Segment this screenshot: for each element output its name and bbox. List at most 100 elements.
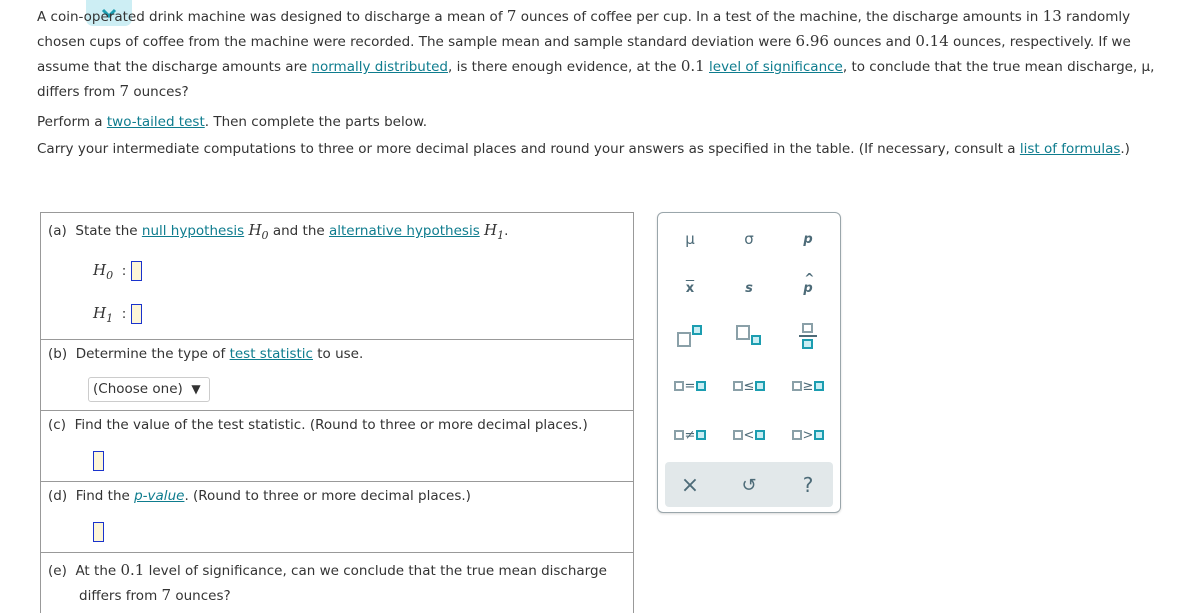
sample-size: 13 xyxy=(1042,7,1062,25)
target-mean: 7 xyxy=(161,586,172,604)
part-c: (c) Find the value of the test statistic… xyxy=(41,411,633,482)
alpha-value: 0.1 xyxy=(120,561,145,579)
text: level of significance, can we conclude t… xyxy=(144,563,607,579)
h1-symbol: H1 xyxy=(484,221,505,242)
fraction-icon xyxy=(799,323,817,349)
part-d: (d) Find the p-value. (Round to three or… xyxy=(41,482,633,553)
text: .) xyxy=(1120,141,1130,157)
link-test-statistic[interactable]: test statistic xyxy=(230,346,313,362)
greater-equal-button[interactable]: ≥ xyxy=(783,369,833,403)
phat-button[interactable]: ^ p xyxy=(783,271,833,305)
part-label: (a) xyxy=(48,223,67,239)
alpha-value: 0.1 xyxy=(680,57,705,75)
text: , is there enough evidence, at the xyxy=(448,59,681,75)
p-icon: p xyxy=(803,231,813,247)
less-equal-button[interactable]: ≤ xyxy=(724,369,774,403)
phat-icon: ^ p xyxy=(803,270,815,296)
text: and the xyxy=(268,223,329,239)
link-alternative-hypothesis[interactable]: alternative hypothesis xyxy=(329,223,480,239)
close-icon: × xyxy=(680,472,700,498)
rounding-instructions: Carry your intermediate computations to … xyxy=(37,141,1137,158)
text: . (Round to three or more decimal places… xyxy=(184,488,471,504)
mu-button[interactable]: μ xyxy=(665,222,715,256)
test-statistic-input[interactable] xyxy=(93,451,104,471)
undo-icon: ↺ xyxy=(741,474,757,496)
s-button[interactable]: s xyxy=(724,271,774,305)
part-label: (c) xyxy=(48,417,66,433)
colon: : xyxy=(121,263,127,279)
undo-button[interactable]: ↺ xyxy=(724,468,774,502)
target-mean: 7 xyxy=(119,82,130,100)
not-equal-icon: ≠ xyxy=(684,427,696,443)
h0-row: H0 : xyxy=(93,261,142,282)
clear-button[interactable]: × xyxy=(665,468,715,502)
part-e: (e) At the 0.1 level of significance, ca… xyxy=(41,553,633,613)
sample-sd: 0.14 xyxy=(915,32,949,50)
text: ounces of coffee per cup. In a test of t… xyxy=(516,9,1043,25)
sigma-button[interactable]: σ xyxy=(724,222,774,256)
dropdown-arrow-icon: ▼ xyxy=(191,382,201,396)
sample-mean: 6.96 xyxy=(795,32,829,50)
link-level-of-significance[interactable]: level of significance xyxy=(709,59,843,75)
link-null-hypothesis[interactable]: null hypothesis xyxy=(142,223,244,239)
test-statistic-select[interactable]: (Choose one) ▼ xyxy=(88,377,210,402)
less-than-button[interactable]: < xyxy=(724,418,774,452)
palette-footer: × ↺ ? xyxy=(665,462,833,507)
text: . xyxy=(504,223,509,239)
part-label: (b) xyxy=(48,346,68,362)
h1-label: H1 xyxy=(93,304,114,325)
part-label: (d) xyxy=(48,488,68,504)
superscript-icon xyxy=(677,325,703,347)
link-list-of-formulas[interactable]: list of formulas xyxy=(1020,141,1121,157)
text: Carry your intermediate computations to … xyxy=(37,141,1020,157)
sigma-icon: σ xyxy=(744,230,754,248)
text: to use. xyxy=(312,346,364,362)
colon: : xyxy=(121,306,127,322)
not-equal-button[interactable]: ≠ xyxy=(665,418,715,452)
text: A coin-operated drink machine was design… xyxy=(37,9,507,25)
greater-than-button[interactable]: > xyxy=(783,418,833,452)
greater-than-icon: > xyxy=(802,427,814,443)
text: At the xyxy=(75,563,121,579)
h1-row: H1 : xyxy=(93,304,142,325)
h0-input[interactable] xyxy=(130,261,142,281)
subscript-icon xyxy=(736,325,762,347)
link-normally-distributed[interactable]: normally distributed xyxy=(311,59,448,75)
help-icon: ? xyxy=(802,473,814,497)
select-value: (Choose one) xyxy=(93,381,183,397)
xbar-icon: x xyxy=(685,280,695,296)
text: Perform a xyxy=(37,114,107,130)
less-than-icon: < xyxy=(743,427,755,443)
equals-button[interactable]: = xyxy=(665,369,715,403)
part-label: (e) xyxy=(48,563,67,579)
instructions: Perform a two-tailed test. Then complete… xyxy=(37,110,427,134)
subscript-button[interactable] xyxy=(724,319,774,353)
equals-icon: = xyxy=(684,378,696,394)
s-icon: s xyxy=(745,280,753,296)
problem-statement: A coin-operated drink machine was design… xyxy=(37,4,1182,104)
h1-input[interactable] xyxy=(130,304,142,324)
greater-equal-icon: ≥ xyxy=(802,378,814,394)
text: . Then complete the parts below. xyxy=(204,114,428,130)
xbar-button[interactable]: x xyxy=(665,271,715,305)
help-button[interactable]: ? xyxy=(783,468,833,502)
text: Find the value of the test statistic. (R… xyxy=(74,417,588,433)
p-button[interactable]: p xyxy=(783,222,833,256)
link-two-tailed-test[interactable]: two-tailed test xyxy=(107,114,205,130)
math-palette: μ σ p x s ^ p = ≤ ≥ ≠ < > × ↺ ? xyxy=(657,212,841,513)
less-equal-icon: ≤ xyxy=(743,378,755,394)
text: Find the xyxy=(75,488,135,504)
part-b: (b) Determine the type of test statistic… xyxy=(41,340,633,411)
part-a: (a) State the null hypothesis H0 and the… xyxy=(41,213,633,340)
text: State the xyxy=(75,223,142,239)
superscript-button[interactable] xyxy=(665,319,715,353)
fraction-button[interactable] xyxy=(783,319,833,353)
h0-symbol: H0 xyxy=(248,221,269,242)
p-value-input[interactable] xyxy=(93,522,104,542)
link-p-value[interactable]: p-value xyxy=(134,488,184,504)
target-mean: 7 xyxy=(506,7,517,25)
text: ounces and xyxy=(828,34,916,50)
h0-label: H0 xyxy=(93,261,114,282)
answer-table: (a) State the null hypothesis H0 and the… xyxy=(40,212,634,613)
text: ounces? xyxy=(129,84,189,100)
